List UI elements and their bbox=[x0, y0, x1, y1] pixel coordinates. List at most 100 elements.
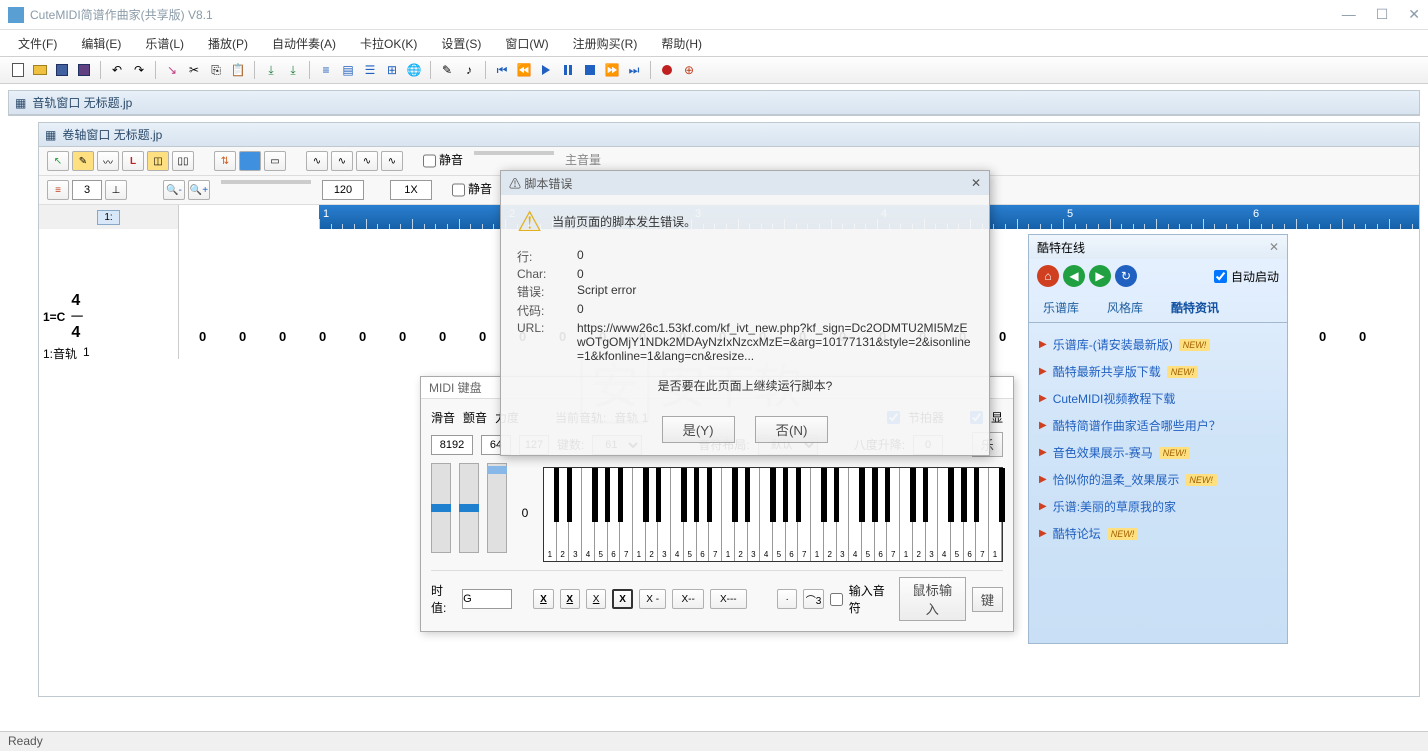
new-button[interactable] bbox=[8, 60, 28, 80]
black-key[interactable] bbox=[872, 468, 877, 522]
triplet-button[interactable]: ⌒3 bbox=[803, 589, 823, 609]
inputnote-checkbox[interactable] bbox=[830, 593, 843, 606]
black-key[interactable] bbox=[821, 468, 826, 522]
arrow-button[interactable]: ↘ bbox=[162, 60, 182, 80]
news-item[interactable]: ▶音色效果展示-赛马NEW! bbox=[1039, 439, 1277, 466]
redo-button[interactable]: ↷ bbox=[129, 60, 149, 80]
black-key[interactable] bbox=[745, 468, 750, 522]
black-key[interactable] bbox=[859, 468, 864, 522]
dur-2[interactable]: X bbox=[560, 589, 580, 609]
nav-fwd-button[interactable]: ▶ bbox=[1089, 265, 1111, 287]
error-close-button[interactable]: ✕ bbox=[971, 176, 981, 190]
page-button[interactable]: ▤ bbox=[338, 60, 358, 80]
menu-edit[interactable]: 编辑(E) bbox=[71, 33, 131, 54]
dur-5[interactable]: X - bbox=[639, 589, 667, 609]
menu-karaoke[interactable]: 卡拉OK(K) bbox=[350, 33, 427, 54]
sort-tool[interactable]: ⇅ bbox=[214, 151, 236, 171]
menu-file[interactable]: 文件(F) bbox=[8, 33, 67, 54]
rest-note[interactable]: 0 bbox=[359, 329, 366, 344]
black-key[interactable] bbox=[643, 468, 648, 522]
marker-button[interactable]: ⊕ bbox=[679, 60, 699, 80]
copy-button[interactable]: ⎘ bbox=[206, 60, 226, 80]
rest-note[interactable]: 0 bbox=[319, 329, 326, 344]
split-tool[interactable]: ▯▯ bbox=[172, 151, 194, 171]
tab-scores[interactable]: 乐谱库 bbox=[1029, 293, 1093, 322]
zoomout-button[interactable]: 🔍- bbox=[163, 180, 185, 200]
news-item[interactable]: ▶恰似你的温柔_效果展示NEW! bbox=[1039, 466, 1277, 493]
curve4-tool[interactable]: ∿ bbox=[381, 151, 403, 171]
undo-button[interactable]: ↶ bbox=[107, 60, 127, 80]
next-button[interactable]: ⏩ bbox=[602, 60, 622, 80]
globe-button[interactable]: 🌐 bbox=[404, 60, 424, 80]
menu-settings[interactable]: 设置(S) bbox=[431, 33, 491, 54]
dur-1[interactable]: X bbox=[533, 589, 553, 609]
black-key[interactable] bbox=[948, 468, 953, 522]
vel-slider[interactable] bbox=[487, 463, 507, 553]
black-key[interactable] bbox=[618, 468, 623, 522]
curve2-tool[interactable]: ∿ bbox=[331, 151, 353, 171]
snap2-tool[interactable]: ⊥ bbox=[105, 180, 127, 200]
mouseinput-button[interactable]: 鼠标输入 bbox=[899, 577, 966, 621]
end-button[interactable]: ⏭ bbox=[624, 60, 644, 80]
autostart-checkbox[interactable] bbox=[1214, 270, 1227, 283]
tab-styles[interactable]: 风格库 bbox=[1093, 293, 1157, 322]
yes-button[interactable]: 是(Y) bbox=[662, 416, 735, 443]
list-button[interactable]: ≡ bbox=[316, 60, 336, 80]
rest-note[interactable]: 0 bbox=[1359, 329, 1366, 344]
tempo-input[interactable] bbox=[322, 180, 364, 200]
black-key[interactable] bbox=[923, 468, 928, 522]
track-indicator[interactable]: 1: bbox=[97, 210, 119, 225]
news-item[interactable]: ▶酷特最新共享版下载NEW! bbox=[1039, 358, 1277, 385]
region-tool[interactable]: ▭ bbox=[264, 151, 286, 171]
saveall-button[interactable] bbox=[74, 60, 94, 80]
rest-note[interactable]: 0 bbox=[439, 329, 446, 344]
timescale-input[interactable] bbox=[390, 180, 432, 200]
black-key[interactable] bbox=[770, 468, 775, 522]
news-item[interactable]: ▶CuteMIDI视频教程下载 bbox=[1039, 385, 1277, 412]
news-close-button[interactable]: ✕ bbox=[1269, 240, 1279, 254]
rewind-button[interactable]: ⏮ bbox=[492, 60, 512, 80]
rest-note[interactable]: 0 bbox=[279, 329, 286, 344]
save-button[interactable] bbox=[52, 60, 72, 80]
dur-7[interactable]: X--- bbox=[710, 589, 747, 609]
grid-button[interactable]: ⊞ bbox=[382, 60, 402, 80]
black-key[interactable] bbox=[554, 468, 559, 522]
pencil-tool[interactable]: ✎ bbox=[72, 151, 94, 171]
rest-note[interactable]: 0 bbox=[479, 329, 486, 344]
curve1-tool[interactable]: ∿ bbox=[306, 151, 328, 171]
black-key[interactable] bbox=[974, 468, 979, 522]
black-key[interactable] bbox=[707, 468, 712, 522]
pen-button[interactable]: ✎ bbox=[437, 60, 457, 80]
news-item[interactable]: ▶乐谱库-(请安装最新版)NEW! bbox=[1039, 331, 1277, 358]
duration-input[interactable] bbox=[462, 589, 512, 609]
black-key[interactable] bbox=[885, 468, 890, 522]
pitch-slider[interactable] bbox=[431, 463, 451, 553]
curve3-tool[interactable]: ∿ bbox=[356, 151, 378, 171]
dot-button[interactable]: · bbox=[777, 589, 797, 609]
news-item[interactable]: ▶乐谱:美丽的草原我的家 bbox=[1039, 493, 1277, 520]
note-button[interactable]: ♪ bbox=[459, 60, 479, 80]
prev-button[interactable]: ⏪ bbox=[514, 60, 534, 80]
zoom-slider[interactable] bbox=[221, 180, 311, 184]
import-button[interactable]: ⤓ bbox=[261, 60, 281, 80]
erase-tool[interactable]: ◫ bbox=[147, 151, 169, 171]
dur-4[interactable]: X bbox=[612, 589, 633, 609]
select-tool[interactable] bbox=[239, 151, 261, 171]
menu-accomp[interactable]: 自动伴奏(A) bbox=[262, 33, 346, 54]
nav-home-button[interactable]: ⌂ bbox=[1037, 265, 1059, 287]
black-key[interactable] bbox=[567, 468, 572, 522]
black-key[interactable] bbox=[605, 468, 610, 522]
black-key[interactable] bbox=[999, 468, 1004, 522]
paste-button[interactable]: 📋 bbox=[228, 60, 248, 80]
zoomin-button[interactable]: 🔍+ bbox=[188, 180, 210, 200]
dur-3[interactable]: X bbox=[586, 589, 606, 609]
no-button[interactable]: 否(N) bbox=[755, 416, 829, 443]
black-key[interactable] bbox=[910, 468, 915, 522]
mute1-checkbox[interactable] bbox=[423, 151, 436, 171]
cut-button[interactable]: ✂ bbox=[184, 60, 204, 80]
rest-note[interactable]: 0 bbox=[999, 329, 1006, 344]
black-key[interactable] bbox=[732, 468, 737, 522]
menu-score[interactable]: 乐谱(L) bbox=[135, 33, 194, 54]
news-item[interactable]: ▶酷特简谱作曲家适合哪些用户？ bbox=[1039, 412, 1277, 439]
nav-back-button[interactable]: ◀ bbox=[1063, 265, 1085, 287]
